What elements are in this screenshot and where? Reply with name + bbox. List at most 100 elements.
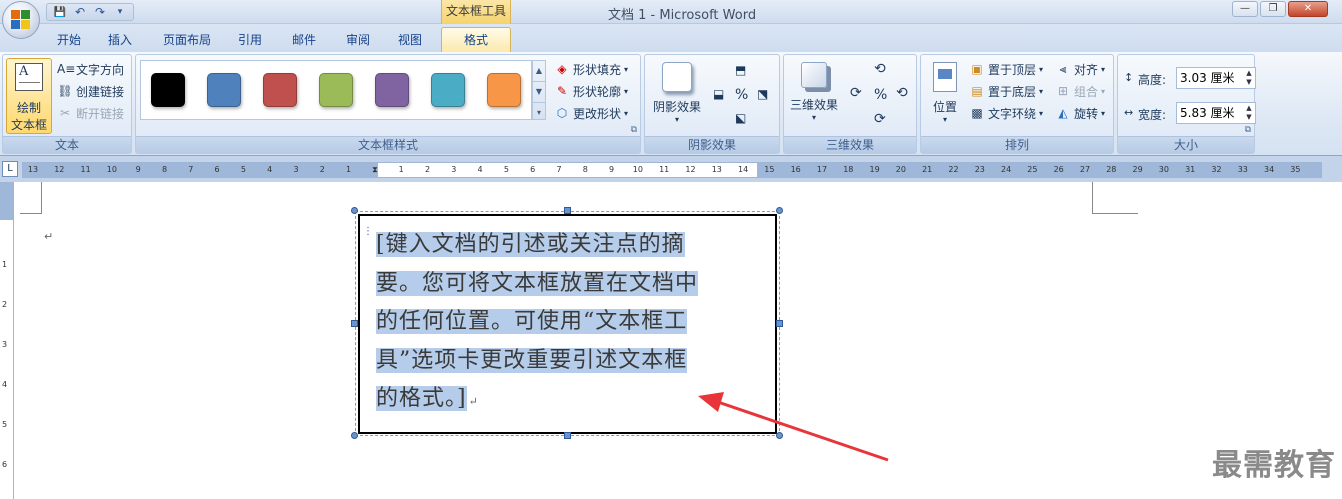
gallery-more-icon[interactable]: ▾ bbox=[533, 103, 545, 123]
shape-fill-button[interactable]: ◈ 形状填充 ▾ bbox=[554, 59, 628, 79]
save-icon[interactable]: 💾 bbox=[51, 4, 69, 20]
textbox-icon: A bbox=[15, 63, 43, 91]
draw-textbox-button[interactable]: A 绘制 文本框 bbox=[6, 58, 52, 134]
tab-insert[interactable]: 插入 bbox=[100, 30, 140, 50]
resize-handle-top[interactable] bbox=[564, 207, 571, 214]
dropdown-arrow-icon: ▾ bbox=[1039, 64, 1044, 74]
height-input[interactable]: 3.03 厘米 ▲ ▼ bbox=[1176, 67, 1256, 89]
ruler-area: L 13 12 11 10 9 8 7 6 5 4 3 2 1 ⧗ 1 2 3 4 5 6 7 8 9 10 11 12 13 14 1… bbox=[0, 156, 1342, 182]
gallery-down-icon[interactable]: ▼ bbox=[533, 82, 545, 103]
qat-more-icon[interactable]: ▾ bbox=[111, 4, 129, 20]
size-dialog-launcher-icon[interactable]: ⧉ bbox=[1245, 125, 1251, 135]
dialog-launcher-icon[interactable]: ⧉ bbox=[631, 125, 637, 135]
tilt-left-icon[interactable]: ⟳ bbox=[850, 85, 862, 101]
style-swatch-2[interactable] bbox=[207, 73, 241, 107]
align-icon: ⫷ bbox=[1059, 62, 1067, 76]
ruler-number: 34 bbox=[1264, 165, 1275, 174]
vertical-ruler[interactable]: 1 2 3 4 5 6 bbox=[0, 182, 14, 499]
group-icon: ⊞ bbox=[1057, 84, 1069, 98]
shadow-effects-button[interactable]: 阴影效果 ▾ bbox=[649, 58, 705, 134]
rotate-button[interactable]: ◭ 旋转 ▾ bbox=[1055, 103, 1105, 123]
textbox-styles-group-label: 文本框样式 bbox=[136, 136, 640, 153]
text-wrapping-button[interactable]: ▩ 文字环绕 ▾ bbox=[969, 103, 1043, 123]
position-button[interactable]: 位置 ▾ bbox=[925, 58, 965, 134]
shadow-nudge-left-icon[interactable]: ⬓ bbox=[713, 87, 724, 101]
undo-icon[interactable]: ↶ bbox=[71, 4, 89, 20]
vruler-num: 2 bbox=[2, 300, 8, 309]
3d-toggle-icon[interactable]: % bbox=[874, 87, 887, 103]
3d-effects-button[interactable]: 三维效果 ▾ bbox=[786, 58, 842, 134]
tab-review[interactable]: 审阅 bbox=[338, 30, 378, 50]
tilt-down-icon[interactable]: ⟳ bbox=[874, 111, 886, 127]
width-label: 宽度: bbox=[1138, 108, 1167, 122]
close-button[interactable]: ✕ bbox=[1288, 1, 1328, 17]
ruler-number: 35 bbox=[1290, 165, 1301, 174]
resize-handle-top-right[interactable] bbox=[776, 207, 783, 214]
break-link-button[interactable]: ✂ 断开链接 bbox=[57, 103, 124, 123]
resize-handle-left[interactable] bbox=[351, 320, 358, 327]
ruler-number: 14 bbox=[738, 165, 749, 174]
resize-handle-right[interactable] bbox=[776, 320, 783, 327]
text-direction-button[interactable]: A≡ 文字方向 bbox=[57, 59, 124, 79]
ruler-number: 32 bbox=[1211, 165, 1222, 174]
gallery-up-icon[interactable]: ▲ bbox=[533, 61, 545, 82]
office-logo-icon bbox=[11, 10, 31, 30]
vruler-num: 3 bbox=[2, 340, 8, 349]
tab-home[interactable]: 开始 bbox=[50, 30, 88, 50]
tilt-right-icon[interactable]: ⟲ bbox=[896, 85, 908, 101]
height-icon: ↕ bbox=[1124, 71, 1134, 84]
ruler-number: 26 bbox=[1053, 165, 1064, 174]
watermark-text: 最需教育 bbox=[1212, 448, 1336, 483]
resize-handle-bottom-left[interactable] bbox=[351, 432, 358, 439]
tab-format[interactable]: 格式 bbox=[441, 27, 511, 53]
style-swatch-5[interactable] bbox=[375, 73, 409, 107]
shadow-nudge-up-icon[interactable]: ⬒ bbox=[735, 63, 746, 77]
style-swatch-6[interactable] bbox=[431, 73, 465, 107]
dropdown-arrow-icon: ▾ bbox=[1101, 108, 1106, 118]
shape-outline-button[interactable]: ✎ 形状轮廓 ▾ bbox=[554, 81, 628, 101]
ruler-number: 9 bbox=[135, 165, 141, 174]
text-wrap-icon: ▩ bbox=[971, 106, 983, 120]
minimize-button[interactable]: — bbox=[1232, 1, 1258, 17]
create-link-button[interactable]: ⛓ 创建链接 bbox=[57, 81, 124, 101]
change-shape-button[interactable]: ⬡ 更改形状 ▾ bbox=[554, 103, 628, 123]
ruler-number: 15 bbox=[764, 165, 775, 174]
resize-handle-bottom[interactable] bbox=[564, 432, 571, 439]
tab-page-layout[interactable]: 页面布局 bbox=[155, 30, 219, 50]
shadow-nudge-down-icon[interactable]: ⬕ bbox=[735, 111, 746, 125]
width-spinner[interactable]: ▲ ▼ bbox=[1244, 104, 1254, 122]
office-button[interactable] bbox=[2, 1, 40, 39]
style-swatch-7[interactable] bbox=[487, 73, 521, 107]
gallery-scroll[interactable]: ▲ ▼ ▾ bbox=[532, 60, 546, 120]
align-button[interactable]: ⫷ 对齐 ▾ bbox=[1055, 59, 1105, 79]
send-to-back-button[interactable]: ▤ 置于底层 ▾ bbox=[969, 81, 1043, 101]
redo-icon[interactable]: ↷ bbox=[91, 4, 109, 20]
tab-selector-icon[interactable]: L bbox=[2, 161, 18, 177]
ruler-number: 2 bbox=[424, 165, 431, 174]
shadow-toggle-icon[interactable]: % bbox=[735, 87, 748, 103]
style-swatch-4[interactable] bbox=[319, 73, 353, 107]
tab-references[interactable]: 引用 bbox=[232, 30, 268, 50]
ruler-number: 10 bbox=[106, 165, 117, 174]
tab-mailings[interactable]: 邮件 bbox=[284, 30, 324, 50]
dropdown-arrow-icon: ▾ bbox=[624, 108, 629, 118]
break-link-icon: ✂ bbox=[59, 106, 71, 120]
style-swatch-3[interactable] bbox=[263, 73, 297, 107]
ruler-number: 9 bbox=[609, 165, 615, 174]
horizontal-ruler[interactable]: 13 12 11 10 9 8 7 6 5 4 3 2 1 ⧗ 1 2 3 4 5 6 7 8 9 10 11 12 13 14 15 1… bbox=[22, 162, 1322, 178]
resize-handle-top-left[interactable] bbox=[351, 207, 358, 214]
bring-to-front-button[interactable]: ▣ 置于顶层 ▾ bbox=[969, 59, 1043, 79]
tab-view[interactable]: 视图 bbox=[390, 30, 430, 50]
style-swatch-1[interactable] bbox=[151, 73, 185, 107]
height-label: 高度: bbox=[1138, 73, 1167, 87]
dropdown-arrow-icon: ▾ bbox=[1039, 108, 1044, 118]
height-spinner[interactable]: ▲ ▼ bbox=[1244, 69, 1254, 87]
group-button[interactable]: ⊞ 组合 ▾ bbox=[1055, 81, 1105, 101]
change-shape-icon: ⬡ bbox=[556, 106, 568, 120]
ruler-number: 3 bbox=[451, 165, 457, 174]
width-input[interactable]: 5.83 厘米 ▲ ▼ bbox=[1176, 102, 1256, 124]
restore-button[interactable]: ❐ bbox=[1260, 1, 1286, 17]
shadow-nudge-right-icon[interactable]: ⬔ bbox=[757, 87, 768, 101]
tilt-up-icon[interactable]: ⟲ bbox=[874, 61, 886, 77]
bring-front-icon: ▣ bbox=[971, 62, 983, 76]
